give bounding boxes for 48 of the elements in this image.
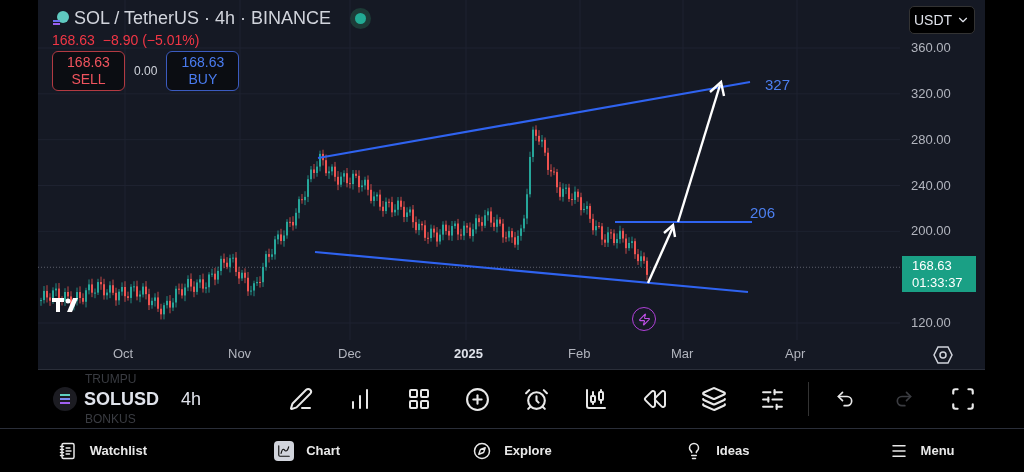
time-tick: Dec bbox=[338, 346, 362, 361]
price-change: −8.90 (−5.01%) bbox=[102, 32, 200, 48]
current-price-tag: 168.63 01:33:37 bbox=[902, 256, 976, 292]
watchlist-tab[interactable]: Watchlist bbox=[0, 430, 205, 471]
chart-tab[interactable]: Chart bbox=[204, 430, 410, 471]
alarm-clock-icon bbox=[524, 386, 549, 412]
sell-button[interactable]: 168.63 SELL bbox=[52, 51, 125, 91]
target-label: 206 bbox=[750, 204, 776, 221]
tv-logo-icon bbox=[52, 298, 78, 312]
plus-icon bbox=[465, 386, 490, 412]
settings-icon[interactable] bbox=[932, 346, 953, 364]
time-tick: Mar bbox=[671, 346, 694, 361]
price-tick: 200.00 bbox=[911, 223, 951, 239]
time-tick: Nov bbox=[228, 346, 252, 361]
price-tick: 120.00 bbox=[911, 315, 951, 330]
time-tick: Oct bbox=[113, 346, 134, 361]
interval-button[interactable]: 4h bbox=[181, 388, 271, 410]
last-price: 168.63 bbox=[52, 32, 95, 48]
rewind-icon bbox=[642, 387, 667, 411]
buy-button[interactable]: 168.63 BUY bbox=[166, 51, 240, 91]
arrow[interactable] bbox=[676, 79, 726, 223]
pencil-icon bbox=[288, 387, 313, 411]
fullscreen-icon bbox=[949, 386, 976, 412]
menu-tab[interactable]: Menu bbox=[819, 430, 1024, 471]
time-tick: Apr bbox=[785, 346, 806, 361]
explore-tab[interactable]: Explore bbox=[409, 430, 615, 471]
currency-dropdown[interactable]: USDT bbox=[909, 6, 975, 34]
candlestick-icon bbox=[583, 387, 608, 411]
symbol-selector[interactable]: SOLUSD bbox=[84, 388, 159, 410]
price-tick: 280.00 bbox=[911, 131, 951, 147]
lower-trend-line[interactable] bbox=[314, 250, 749, 294]
grid-icon bbox=[406, 387, 431, 411]
arrow[interactable] bbox=[646, 222, 677, 284]
solana-logo-icon bbox=[53, 387, 77, 411]
price-tick: 360.00 bbox=[911, 40, 951, 55]
sliders-icon bbox=[760, 386, 785, 412]
time-tick: Feb bbox=[568, 346, 591, 361]
symbol-title: SOL / TetherUS · 4h · BINANCE bbox=[74, 8, 332, 29]
solana-logo-icon bbox=[52, 9, 70, 28]
upper-trend-line[interactable] bbox=[317, 80, 751, 160]
horizontal-line[interactable] bbox=[615, 220, 752, 224]
ideas-tab[interactable]: Ideas bbox=[614, 430, 820, 471]
price-tick: 320.00 bbox=[911, 85, 951, 101]
layers-icon bbox=[700, 386, 727, 412]
target-label: 327 bbox=[765, 76, 791, 93]
price-tick: 240.00 bbox=[911, 177, 951, 193]
spread-value: 0.00 bbox=[134, 64, 158, 78]
time-tick: 2025 bbox=[454, 346, 483, 361]
